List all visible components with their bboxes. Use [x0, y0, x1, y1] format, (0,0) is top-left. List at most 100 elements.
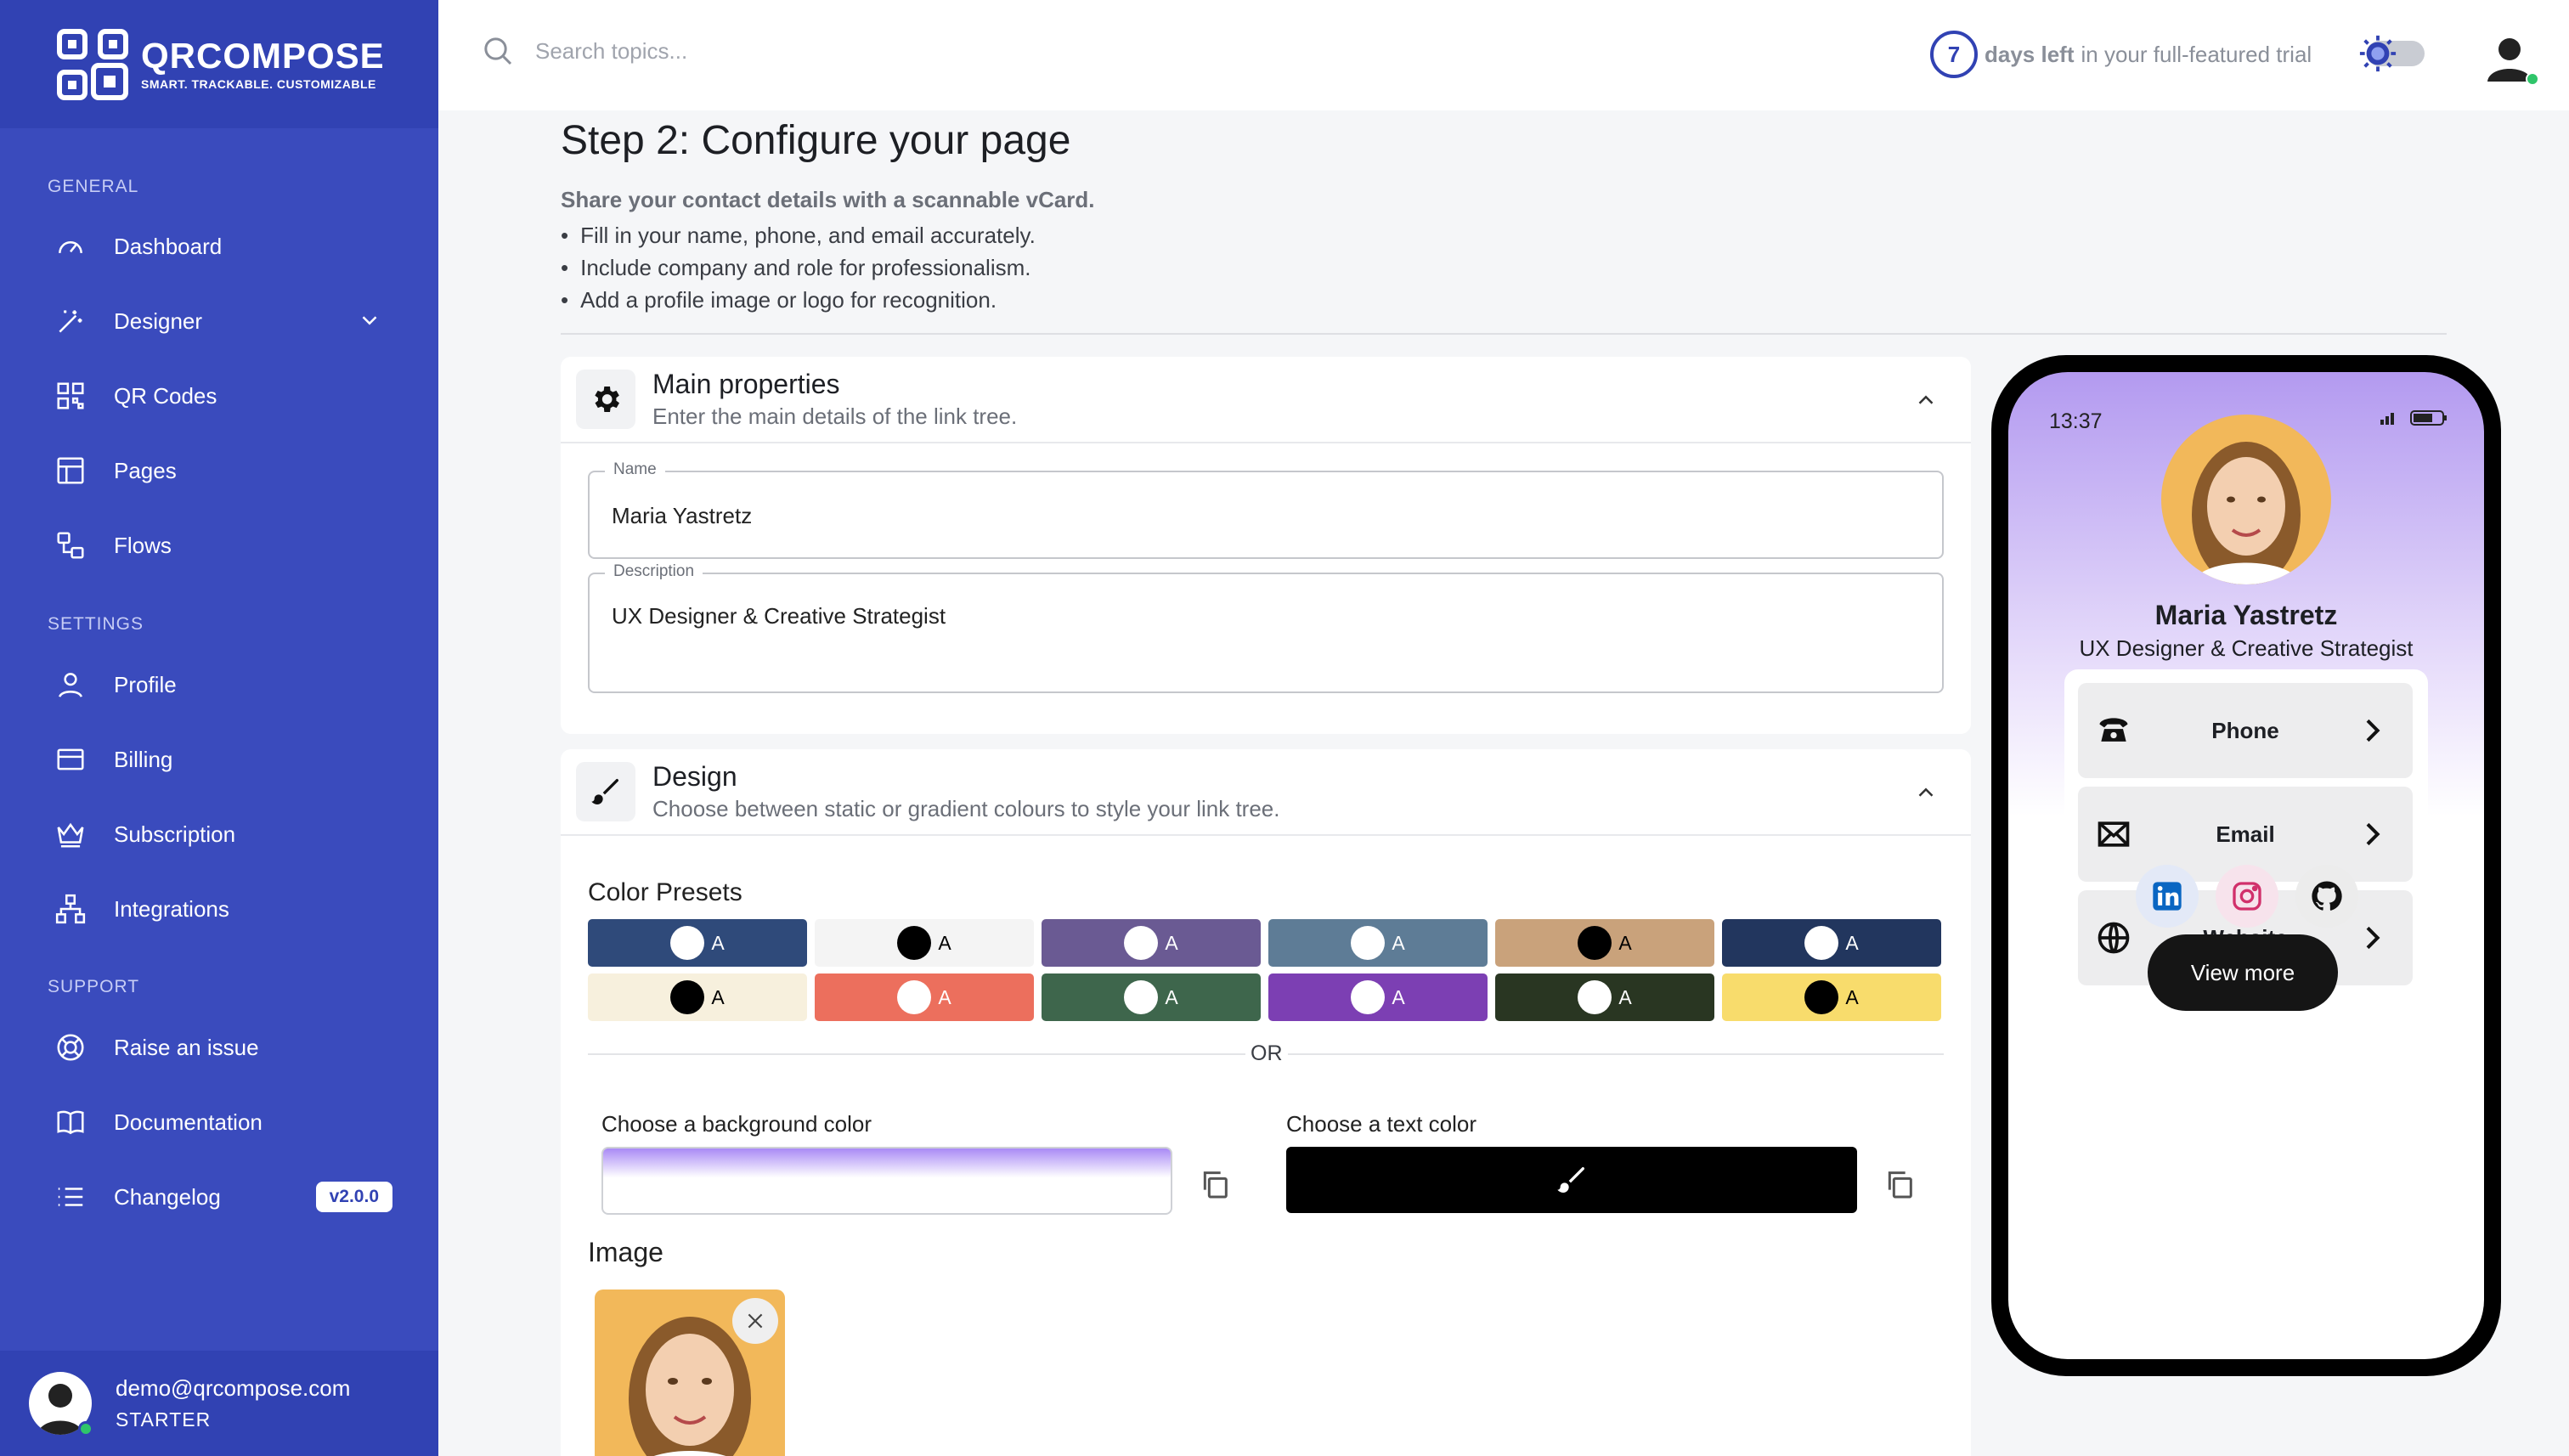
color-preset-swatch[interactable]: A — [1722, 919, 1941, 967]
brand-tagline: SMART. TRACKABLE. CUSTOMIZABLE — [141, 76, 376, 91]
phone-time: 13:37 — [2049, 409, 2103, 433]
sidebar-item-label: Flows — [114, 532, 172, 558]
main-properties-header[interactable]: Main properties Enter the main details o… — [561, 357, 1971, 443]
preset-dot — [670, 980, 705, 1014]
section-support: SUPPORT — [48, 977, 140, 996]
card-description: Enter the main details of the link tree. — [652, 404, 1018, 429]
brand[interactable]: QRCOMPOSE SMART. TRACKABLE. CUSTOMIZABLE — [0, 0, 438, 128]
section-settings: SETTINGS — [48, 614, 144, 634]
sidebar-item-label: Raise an issue — [114, 1034, 259, 1060]
sidebar-item-flows[interactable]: Flows — [0, 518, 438, 573]
sidebar-item-label: QR Codes — [114, 382, 217, 409]
color-preset-swatch[interactable]: A — [1722, 973, 1941, 1021]
description-field[interactable]: Description UX Designer & Creative Strat… — [588, 562, 1944, 693]
color-preset-swatch[interactable]: A — [815, 919, 1034, 967]
divider — [561, 333, 2447, 335]
sidebar-item-profile[interactable]: Profile — [0, 657, 438, 712]
preset-dot — [1124, 926, 1159, 960]
sidebar-item-qr-codes[interactable]: QR Codes — [0, 369, 438, 423]
preview-link-phone[interactable]: Phone — [2078, 683, 2413, 778]
image-section-title: Image — [588, 1237, 663, 1267]
color-presets-title: Color Presets — [588, 878, 742, 906]
github-icon — [2312, 881, 2342, 911]
trial-text: in your full-featured trial — [2081, 41, 2312, 67]
color-preset-swatch[interactable]: A — [1268, 973, 1488, 1021]
chevron-right-icon — [2366, 822, 2380, 846]
sidebar-item-integrations[interactable]: Integrations — [0, 882, 438, 936]
instruction-list: Fill in your name, phone, and email accu… — [561, 219, 1036, 316]
card-title: Main properties — [652, 369, 840, 399]
color-preset-swatch[interactable]: A — [1042, 973, 1261, 1021]
sidebar-item-dashboard[interactable]: Dashboard — [0, 219, 438, 274]
phone-screen: 13:37 Maria Yastretz UX Designer & Creat… — [2008, 372, 2484, 1359]
signal-battery-icon — [2380, 410, 2447, 426]
chevron-right-icon — [2366, 719, 2380, 742]
remove-image-button[interactable] — [732, 1298, 778, 1344]
sidebar-item-raise-issue[interactable]: Raise an issue — [0, 1020, 438, 1075]
background-color-picker[interactable] — [601, 1147, 1172, 1215]
brand-name: QRCOMPOSE — [141, 35, 385, 76]
list-item: Add a profile image or logo for recognit… — [561, 284, 1036, 316]
network-icon — [53, 891, 88, 927]
phone-preview: 13:37 Maria Yastretz UX Designer & Creat… — [1991, 355, 2501, 1376]
qr-icon — [53, 378, 88, 414]
sidebar: QRCOMPOSE SMART. TRACKABLE. CUSTOMIZABLE… — [0, 0, 438, 1456]
globe-icon — [2098, 922, 2130, 954]
sidebar-item-label: Dashboard — [114, 233, 223, 259]
search-box[interactable]: Search topics... — [481, 34, 687, 68]
chevron-right-icon — [2366, 926, 2380, 950]
preset-dot — [897, 980, 932, 1014]
preset-dot — [1578, 980, 1612, 1014]
sidebar-item-documentation[interactable]: Documentation — [0, 1095, 438, 1149]
preview-avatar — [2161, 415, 2331, 584]
sidebar-item-billing[interactable]: Billing — [0, 732, 438, 787]
gauge-icon — [53, 229, 88, 264]
color-preset-swatch[interactable]: A — [588, 919, 807, 967]
copy-icon[interactable] — [1883, 1167, 1917, 1201]
instagram-button[interactable] — [2216, 865, 2278, 928]
github-button[interactable] — [2295, 865, 2358, 928]
design-header[interactable]: Design Choose between static or gradient… — [561, 749, 1971, 836]
preset-letter: A — [1845, 931, 1859, 954]
sidebar-item-designer[interactable]: Designer — [0, 294, 438, 348]
chevron-down-icon — [362, 316, 377, 325]
sidebar-item-changelog[interactable]: Changelog v2.0.0 — [0, 1170, 438, 1224]
text-color-picker[interactable] — [1286, 1147, 1857, 1213]
trial-days-badge: 7 — [1930, 31, 1978, 78]
user-account[interactable]: demo@qrcompose.com STARTER — [0, 1351, 438, 1456]
list-item: Include company and role for professiona… — [561, 251, 1036, 284]
color-preset-swatch[interactable]: A — [1042, 919, 1261, 967]
layout-icon — [53, 453, 88, 488]
preset-dot — [897, 926, 932, 960]
section-general: GENERAL — [48, 177, 139, 196]
chevron-up-icon[interactable] — [1913, 780, 1939, 805]
top-avatar[interactable] — [2484, 31, 2540, 87]
sidebar-item-subscription[interactable]: Subscription — [0, 807, 438, 861]
phone-icon — [2099, 718, 2128, 742]
preset-letter: A — [938, 985, 951, 1008]
book-icon — [53, 1104, 88, 1140]
sidebar-item-pages[interactable]: Pages — [0, 443, 438, 498]
gear-icon — [576, 370, 635, 429]
preset-letter: A — [1392, 985, 1405, 1008]
color-preset-swatch[interactable]: A — [1495, 973, 1714, 1021]
copy-icon[interactable] — [1198, 1167, 1232, 1201]
theme-toggle[interactable] — [2359, 35, 2425, 72]
color-preset-swatch[interactable]: A — [588, 973, 807, 1021]
view-more-button[interactable]: View more — [2148, 934, 2338, 1011]
trial-status[interactable]: 7 days left in your full-featured trial — [1930, 31, 2312, 78]
chevron-up-icon[interactable] — [1913, 387, 1939, 413]
color-preset-swatch[interactable]: A — [815, 973, 1034, 1021]
list-item: Fill in your name, phone, and email accu… — [561, 219, 1036, 251]
preset-letter: A — [938, 931, 951, 954]
brush-icon — [1557, 1167, 1584, 1193]
linkedin-button[interactable] — [2136, 865, 2199, 928]
preset-dot — [1351, 926, 1386, 960]
preset-letter: A — [1618, 985, 1632, 1008]
sidebar-item-label: Subscription — [114, 821, 236, 847]
name-field[interactable]: Name Maria Yastretz — [588, 460, 1944, 559]
search-input[interactable]: Search topics... — [535, 38, 687, 65]
color-preset-swatch[interactable]: A — [1495, 919, 1714, 967]
or-label: OR — [1245, 1041, 1288, 1066]
color-preset-swatch[interactable]: A — [1268, 919, 1488, 967]
